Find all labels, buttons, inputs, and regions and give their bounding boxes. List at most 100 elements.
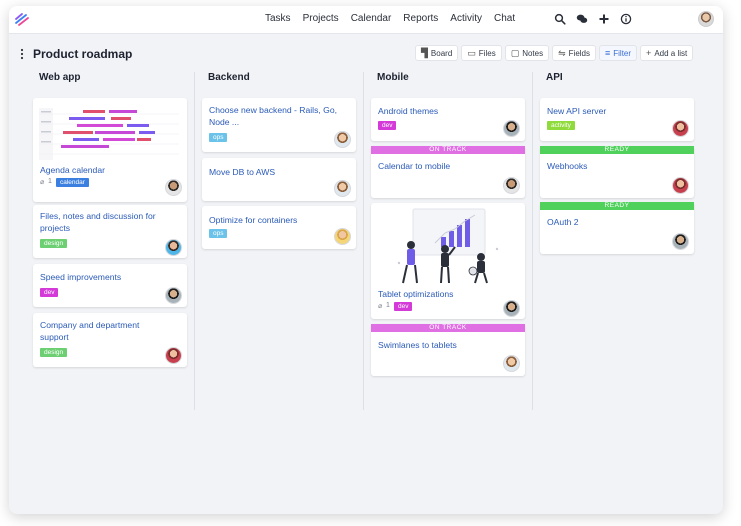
card-title-line-2: support (40, 332, 69, 342)
filter-button[interactable]: ≡ Filter (599, 45, 638, 61)
assignee-avatar[interactable] (503, 355, 520, 372)
tag-dev[interactable]: dev (394, 302, 413, 311)
fields-button[interactable]: ⇋ Fields (552, 45, 596, 61)
top-navigation-bar: Tasks Projects Calendar Reports Activity… (9, 6, 723, 34)
plus-icon: + (646, 48, 652, 58)
tag-dev[interactable]: dev (40, 288, 59, 297)
assignee-avatar[interactable] (334, 180, 351, 197)
card-title: Webhooks (547, 161, 588, 171)
card-title-line-1: Company and department (40, 320, 140, 330)
column-title[interactable]: API (540, 72, 700, 88)
card-choose-backend[interactable]: Choose new backend - Rails, Go, Node ...… (202, 98, 356, 152)
assignee-avatar[interactable] (165, 347, 182, 364)
card-android-themes[interactable]: Android themes dev (371, 98, 525, 141)
fields-label: Fields (568, 48, 590, 58)
assignee-avatar[interactable] (672, 177, 689, 194)
card-agenda-calendar[interactable]: Agenda calendar ⌀ 1 calendar (33, 98, 187, 202)
assignee-avatar[interactable] (165, 179, 182, 196)
board-view-label: Board (430, 48, 453, 58)
card-new-api-server[interactable]: New API server activity (540, 98, 694, 141)
add-list-button[interactable]: + Add a list (640, 45, 694, 61)
status-bar-on-track: ON TRACK (371, 324, 525, 332)
app-logo-icon[interactable] (14, 12, 30, 28)
header-actions (554, 13, 632, 25)
card-title-line-2: projects (40, 223, 71, 233)
column-divider (194, 72, 195, 410)
tag-ops[interactable]: ops (209, 229, 228, 238)
card-title-line-1: Choose new backend - Rails, Go, (209, 105, 338, 115)
notes-icon: ▢ (510, 47, 520, 58)
card-optimize-containers[interactable]: Optimize for containers ops (202, 206, 356, 249)
tag-activity[interactable]: activity (547, 121, 575, 130)
calendar-preview-image (39, 102, 179, 160)
assignee-avatar[interactable] (672, 120, 689, 137)
nav-projects[interactable]: Projects (303, 13, 339, 24)
assignee-avatar[interactable] (334, 228, 351, 245)
card-speed-improvements[interactable]: Speed improvements dev (33, 264, 187, 307)
info-icon[interactable] (620, 13, 632, 25)
files-button[interactable]: ▭ Files (461, 45, 502, 61)
tag-ops[interactable]: ops (209, 133, 228, 142)
main-nav: Tasks Projects Calendar Reports Activity… (265, 13, 527, 24)
card-title: New API server (547, 106, 607, 116)
add-list-label: Add a list (654, 48, 688, 58)
app-window: Tasks Projects Calendar Reports Activity… (9, 6, 723, 514)
card-oauth2[interactable]: READY OAuth 2 (540, 202, 694, 254)
attachment-icon: ⌀ (378, 303, 383, 310)
column-divider (363, 72, 364, 410)
card-title: Speed improvements (40, 272, 122, 282)
column-title[interactable]: Mobile (371, 72, 531, 88)
attachment-count: 1 (386, 302, 390, 309)
folder-icon: ▭ (467, 47, 476, 58)
column-mobile: Mobile (371, 72, 531, 88)
tag-calendar[interactable]: calendar (56, 178, 89, 187)
card-title: Swimlanes to tablets (378, 340, 457, 350)
assignee-avatar[interactable] (165, 287, 182, 304)
board-header: Product roadmap ▜ Board ▭ Files ▢ Notes ⇋ Fi… (9, 44, 723, 66)
nav-reports[interactable]: Reports (403, 13, 438, 24)
assignee-avatar[interactable] (334, 131, 351, 148)
user-avatar[interactable] (698, 11, 714, 27)
card-files-notes[interactable]: Files, notes and discussion for projects… (33, 205, 187, 258)
board-view-button[interactable]: ▜ Board (415, 45, 459, 61)
card-title: Android themes (378, 106, 439, 116)
assignee-avatar[interactable] (672, 233, 689, 250)
board-toolbar: ▜ Board ▭ Files ▢ Notes ⇋ Fields ≡ Filter + Ad… (415, 45, 694, 61)
tag-design[interactable]: design (40, 348, 68, 357)
assignee-avatar[interactable] (503, 300, 520, 317)
card-title: Optimize for containers (209, 215, 298, 225)
attachment-icon: ⌀ (40, 179, 45, 186)
board-menu-icon[interactable] (20, 48, 24, 60)
card-company-support[interactable]: Company and department support design (33, 313, 187, 367)
card-title: Tablet optimizations (378, 289, 454, 299)
column-title[interactable]: Backend (202, 72, 362, 88)
card-calendar-to-mobile[interactable]: ON TRACK Calendar to mobile (371, 146, 525, 198)
files-label: Files (478, 48, 496, 58)
plus-icon[interactable] (598, 13, 610, 25)
filter-icon: ≡ (605, 48, 611, 58)
card-swimlanes-to-tablets[interactable]: ON TRACK Swimlanes to tablets (371, 324, 525, 376)
nav-chat[interactable]: Chat (494, 13, 515, 24)
card-move-db[interactable]: Move DB to AWS (202, 158, 356, 201)
nav-tasks[interactable]: Tasks (265, 13, 291, 24)
column-api: API (540, 72, 700, 88)
status-bar-on-track: ON TRACK (371, 146, 525, 154)
card-title: Calendar to mobile (378, 161, 451, 171)
assignee-avatar[interactable] (503, 120, 520, 137)
nav-activity[interactable]: Activity (450, 13, 482, 24)
column-title[interactable]: Web app (33, 72, 193, 88)
column-backend: Backend (202, 72, 362, 88)
assignee-avatar[interactable] (165, 239, 182, 256)
card-title-line-1: Files, notes and discussion for (40, 211, 156, 221)
card-title: Move DB to AWS (209, 167, 276, 177)
search-icon[interactable] (554, 13, 566, 25)
tag-design[interactable]: design (40, 239, 68, 248)
card-webhooks[interactable]: READY Webhooks (540, 146, 694, 198)
card-title-line-2: Node ... (209, 117, 240, 127)
card-tablet-optimizations[interactable]: Tablet optimizations ⌀ 1 dev (371, 203, 525, 319)
notes-button[interactable]: ▢ Notes (504, 45, 550, 61)
tag-dev[interactable]: dev (378, 121, 397, 130)
assignee-avatar[interactable] (503, 177, 520, 194)
nav-calendar[interactable]: Calendar (351, 13, 392, 24)
chat-bubbles-icon[interactable] (576, 13, 588, 25)
